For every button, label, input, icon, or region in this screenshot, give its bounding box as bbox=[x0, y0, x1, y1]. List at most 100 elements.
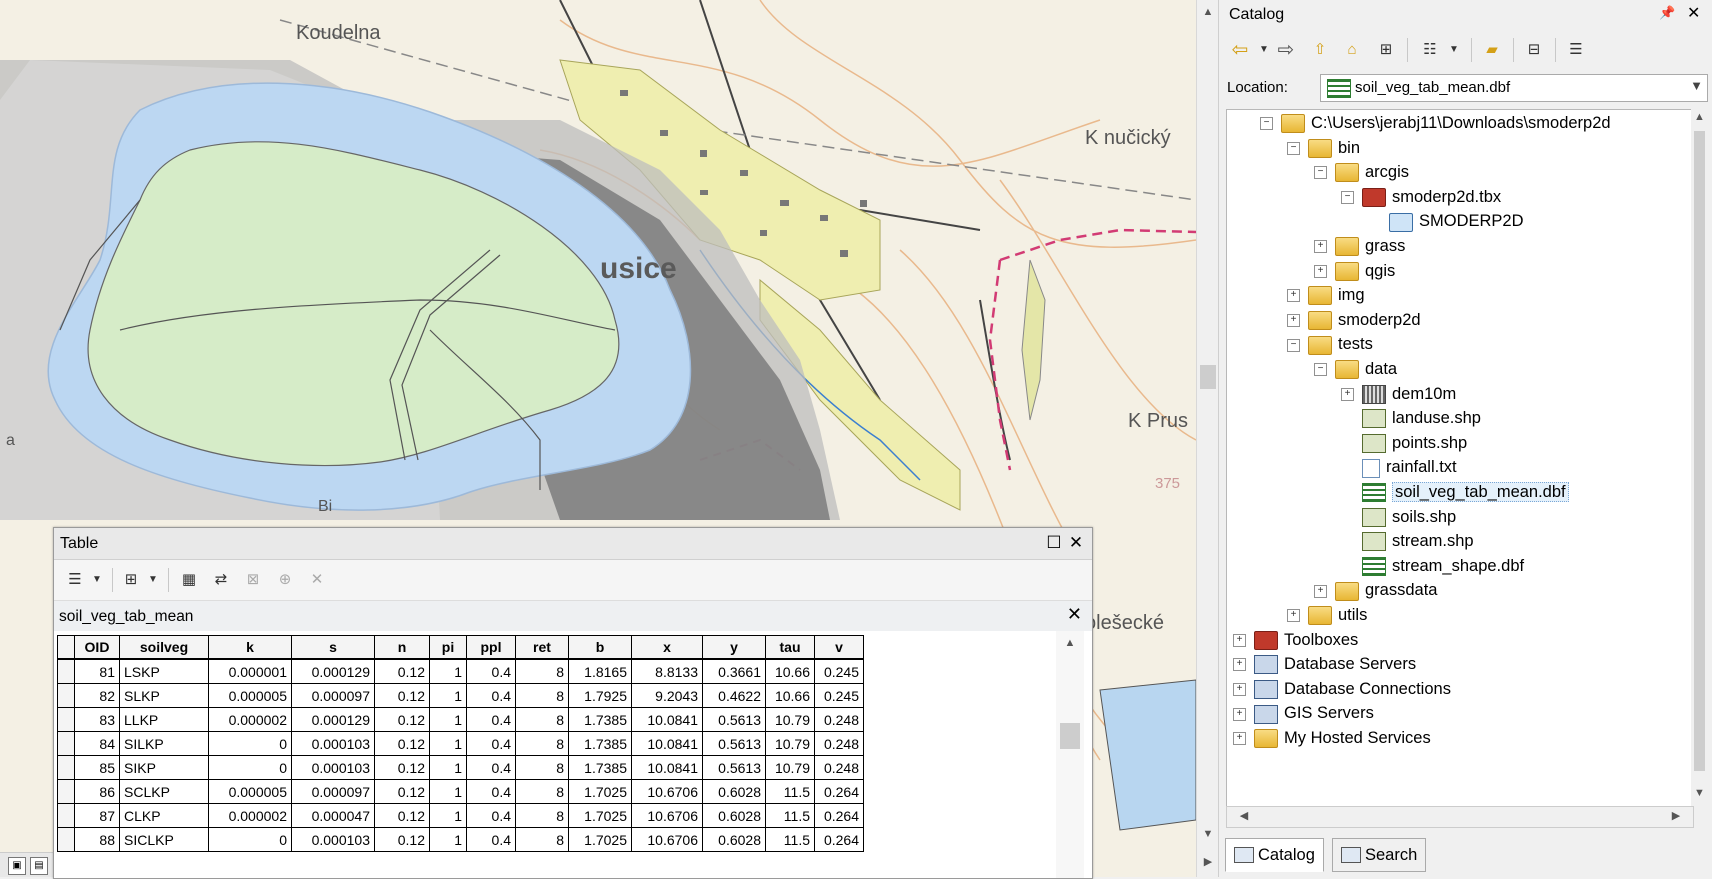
table-cell[interactable]: 84 bbox=[74, 731, 120, 756]
table-cell[interactable]: 0.248 bbox=[814, 731, 864, 756]
table-row[interactable]: 83 LLKP 0.000002 0.000129 0.12 1 0.4 8 1.7385 10.… bbox=[57, 707, 864, 732]
table-cell[interactable]: 0.6028 bbox=[702, 803, 766, 828]
scrollbar-thumb[interactable] bbox=[1060, 723, 1080, 749]
tab-search[interactable]: Search bbox=[1332, 838, 1427, 872]
column-header[interactable]: s bbox=[291, 635, 375, 660]
expand-icon[interactable]: + bbox=[1314, 584, 1327, 598]
table-cell[interactable]: 1.7025 bbox=[568, 779, 632, 804]
tab-catalog[interactable]: Catalog bbox=[1225, 838, 1324, 872]
collapse-icon[interactable]: − bbox=[1341, 190, 1354, 204]
tree-node[interactable]: − tests bbox=[1287, 331, 1373, 357]
table-row[interactable]: 81 LSKP 0.000001 0.000129 0.12 1 0.4 8 1.8165 8.8… bbox=[57, 658, 864, 684]
table-cell[interactable]: 0.6028 bbox=[702, 779, 766, 804]
switch-selection-icon[interactable]: ⇄ bbox=[210, 570, 232, 590]
up-one-level-icon[interactable]: ⇧ bbox=[1309, 40, 1331, 60]
expand-icon[interactable]: + bbox=[1233, 633, 1246, 647]
table-cell[interactable]: 1.7025 bbox=[568, 827, 632, 852]
table-cell[interactable]: 81 bbox=[74, 658, 120, 684]
table-cell[interactable]: 10.6706 bbox=[631, 827, 703, 852]
table-cell[interactable]: 88 bbox=[74, 827, 120, 852]
column-header[interactable]: soilveg bbox=[119, 635, 209, 660]
table-cell[interactable]: 1.7385 bbox=[568, 731, 632, 756]
tree-node[interactable]: + Database Servers bbox=[1233, 651, 1416, 677]
layout-view-button[interactable]: ▤ bbox=[30, 857, 48, 875]
close-icon[interactable]: ✕ bbox=[1066, 533, 1086, 553]
table-cell[interactable]: 0.12 bbox=[374, 707, 430, 732]
tree-node[interactable]: stream.shp bbox=[1341, 528, 1474, 554]
catalog-vertical-scrollbar[interactable]: ▲ ▼ bbox=[1691, 109, 1708, 806]
tree-node[interactable]: SMODERP2D bbox=[1368, 208, 1524, 234]
table-cell[interactable]: 87 bbox=[74, 803, 120, 828]
table-cell[interactable]: 1 bbox=[429, 803, 467, 828]
expand-icon[interactable]: + bbox=[1287, 289, 1300, 303]
table-cell[interactable]: SICLKP bbox=[119, 827, 209, 852]
table-cell[interactable]: 1 bbox=[429, 707, 467, 732]
tree-node[interactable]: points.shp bbox=[1341, 430, 1467, 456]
dropdown-arrow-icon[interactable]: ▼ bbox=[142, 570, 164, 590]
column-header[interactable]: x bbox=[631, 635, 703, 660]
delete-selected-icon[interactable]: ✕ bbox=[306, 570, 328, 590]
table-cell[interactable]: 0.000097 bbox=[291, 683, 375, 708]
zoom-to-selected-icon[interactable]: ⊕ bbox=[274, 570, 296, 590]
table-cell[interactable]: 0 bbox=[208, 731, 292, 756]
table-vertical-scrollbar[interactable]: ▲ bbox=[1056, 631, 1084, 878]
table-cell[interactable]: 0.000103 bbox=[291, 827, 375, 852]
table-cell[interactable]: 1 bbox=[429, 658, 467, 684]
collapse-icon[interactable]: − bbox=[1314, 166, 1327, 180]
expand-icon[interactable]: + bbox=[1233, 732, 1246, 746]
table-cell[interactable]: 0.248 bbox=[814, 707, 864, 732]
table-cell[interactable]: 10.6706 bbox=[631, 803, 703, 828]
table-cell[interactable]: 10.0841 bbox=[631, 755, 703, 780]
table-row[interactable]: 86 SCLKP 0.000005 0.000097 0.12 1 0.4 8 1.7025 10… bbox=[57, 779, 864, 804]
table-cell[interactable]: 10.66 bbox=[765, 658, 815, 684]
table-cell[interactable]: 1.8165 bbox=[568, 658, 632, 684]
table-cell[interactable]: 8 bbox=[515, 707, 569, 732]
column-header[interactable]: ret bbox=[515, 635, 569, 660]
table-cell[interactable]: 8 bbox=[515, 803, 569, 828]
tree-node[interactable]: − data bbox=[1314, 356, 1397, 382]
expand-icon[interactable]: + bbox=[1287, 313, 1300, 327]
table-cell[interactable]: 0.264 bbox=[814, 803, 864, 828]
table-cell[interactable]: 0.000005 bbox=[208, 779, 292, 804]
table-cell[interactable]: 0.12 bbox=[374, 827, 430, 852]
table-cell[interactable]: 8 bbox=[515, 779, 569, 804]
tree-node[interactable]: + Toolboxes bbox=[1233, 627, 1358, 653]
table-cell[interactable]: 1 bbox=[429, 731, 467, 756]
collapse-icon[interactable]: − bbox=[1314, 363, 1327, 377]
scroll-down-icon[interactable]: ▼ bbox=[1691, 787, 1708, 799]
table-cell[interactable]: 0.000103 bbox=[291, 731, 375, 756]
dropdown-arrow-icon[interactable]: ▼ bbox=[86, 570, 108, 590]
table-cell[interactable]: 10.79 bbox=[765, 731, 815, 756]
column-header[interactable]: b bbox=[568, 635, 632, 660]
toggle-contents-icon[interactable]: ⊟ bbox=[1523, 40, 1545, 60]
table-tab[interactable]: soil_veg_tab_mean ✕ bbox=[54, 601, 1092, 632]
scroll-right-icon[interactable]: ▶ bbox=[1197, 855, 1219, 868]
table-cell[interactable]: 83 bbox=[74, 707, 120, 732]
tree-node[interactable]: rainfall.txt bbox=[1341, 454, 1457, 480]
dropdown-arrow-icon[interactable]: ▼ bbox=[1253, 40, 1275, 60]
catalog-horizontal-scrollbar[interactable]: ◀ ▶ bbox=[1226, 806, 1694, 828]
table-cell[interactable]: 0.000103 bbox=[291, 755, 375, 780]
table-cell[interactable]: 0.000129 bbox=[291, 658, 375, 684]
tree-node[interactable]: + GIS Servers bbox=[1233, 700, 1374, 726]
table-cell[interactable]: 0.000047 bbox=[291, 803, 375, 828]
table-cell[interactable]: 0.4 bbox=[466, 755, 516, 780]
expand-icon[interactable]: + bbox=[1233, 658, 1246, 672]
table-cell[interactable]: LLKP bbox=[119, 707, 209, 732]
table-cell[interactable]: 1 bbox=[429, 827, 467, 852]
pin-icon[interactable]: 📌 bbox=[1659, 5, 1675, 21]
table-cell[interactable]: 10.79 bbox=[765, 707, 815, 732]
column-header[interactable]: ppl bbox=[466, 635, 516, 660]
location-combobox[interactable]: soil_veg_tab_mean.dbf ▼ bbox=[1320, 74, 1708, 102]
table-cell[interactable]: 10.0841 bbox=[631, 731, 703, 756]
tree-node[interactable]: − C:\Users\jerabj11\Downloads\smoderp2d bbox=[1260, 110, 1611, 136]
table-cell[interactable]: 0.000129 bbox=[291, 707, 375, 732]
table-cell[interactable]: 0.4 bbox=[466, 683, 516, 708]
table-cell[interactable]: 11.5 bbox=[765, 827, 815, 852]
table-cell[interactable]: 0.5613 bbox=[702, 731, 766, 756]
tree-node[interactable]: + dem10m bbox=[1341, 381, 1456, 407]
connect-folder-icon[interactable]: ⊞ bbox=[1375, 40, 1397, 60]
table-cell[interactable]: 82 bbox=[74, 683, 120, 708]
tree-node[interactable]: + qgis bbox=[1314, 258, 1395, 284]
tree-node[interactable]: − smoderp2d.tbx bbox=[1341, 184, 1501, 210]
